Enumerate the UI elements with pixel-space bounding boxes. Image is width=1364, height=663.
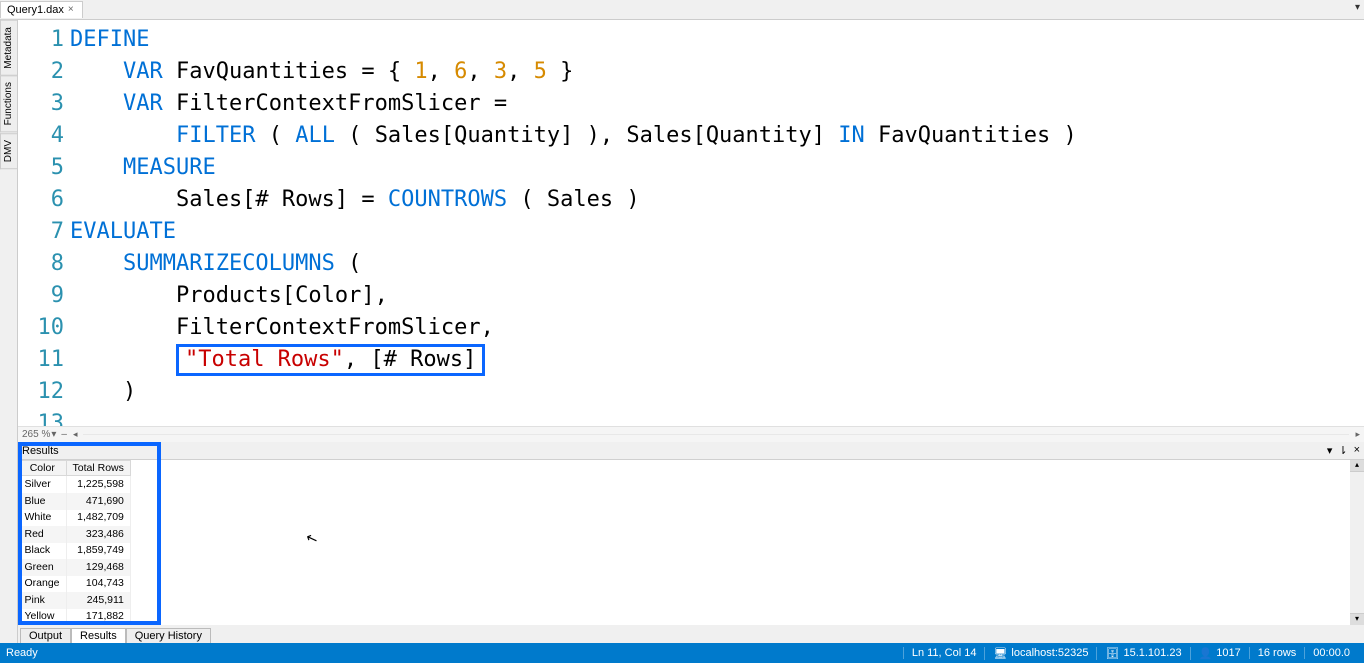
status-position: Ln 11, Col 14 [903, 647, 985, 659]
chevron-down-icon: ▾ [51, 429, 56, 440]
table-row[interactable]: Pink245,911 [19, 592, 131, 609]
scroll-left-icon[interactable]: ◂ [73, 429, 78, 440]
side-tab-metadata[interactable]: Metadata [0, 20, 17, 76]
results-tab-bar: Output Results Query History [18, 625, 1364, 643]
column-header[interactable]: Total Rows [66, 461, 130, 476]
zoom-bar: 265 % ▾ – ◂ ▸ [18, 426, 1364, 442]
table-row[interactable]: Yellow171,882 [19, 609, 131, 626]
status-ready: Ready [6, 647, 903, 659]
zoom-out-icon[interactable]: – [61, 429, 67, 440]
pin-icon[interactable]: ⇂ [1338, 444, 1347, 457]
vertical-scrollbar[interactable]: ▴ ▾ [1350, 460, 1364, 625]
results-panel-header: Results ▾ ⇂ × [18, 442, 1364, 460]
server-icon: 🗄 [1105, 647, 1119, 660]
tab-results[interactable]: Results [71, 628, 126, 643]
status-bar: Ready Ln 11, Col 14 🖥 localhost:52325 🗄 … [0, 643, 1364, 663]
document-tab-bar: Query1.dax × ▾ [0, 0, 1364, 20]
column-header[interactable]: Color [19, 461, 67, 476]
close-icon[interactable]: × [68, 6, 76, 14]
status-time: 00:00.0 [1304, 647, 1358, 659]
tab-output[interactable]: Output [20, 628, 71, 643]
scroll-right-icon[interactable]: ▸ [1355, 429, 1360, 440]
tab-query-history[interactable]: Query History [126, 628, 211, 643]
scroll-down-icon[interactable]: ▾ [1350, 613, 1364, 625]
status-users: 👤 1017 [1190, 647, 1249, 660]
close-panel-icon[interactable]: × [1354, 444, 1360, 457]
results-title: Results [22, 445, 59, 457]
cursor-icon: ↖ [303, 529, 320, 549]
user-icon: 👤 [1199, 647, 1213, 660]
table-row[interactable]: Orange104,743 [19, 576, 131, 593]
table-row[interactable]: Black1,859,749 [19, 543, 131, 560]
results-panel: Results ▾ ⇂ × ColorTotal Rows Silver1,22… [18, 442, 1364, 625]
document-tab[interactable]: Query1.dax × [0, 1, 83, 18]
minimize-icon[interactable]: ▾ [1355, 2, 1360, 13]
code-content[interactable]: DEFINE VAR FavQuantities = { 1, 6, 3, 5 … [70, 20, 1364, 427]
table-row[interactable]: Blue471,690 [19, 493, 131, 510]
side-tab-dmv[interactable]: DMV [0, 133, 17, 169]
status-server: 🖥 localhost:52325 [984, 647, 1096, 660]
status-rows: 16 rows [1249, 647, 1305, 659]
side-tab-bar: Metadata Functions DMV [0, 20, 18, 644]
dropdown-icon[interactable]: ▾ [1327, 444, 1333, 457]
table-row[interactable]: Red323,486 [19, 526, 131, 543]
scroll-up-icon[interactable]: ▴ [1350, 460, 1364, 472]
document-tab-label: Query1.dax [7, 4, 64, 16]
code-editor[interactable]: 12345678910111213 DEFINE VAR FavQuantiti… [18, 20, 1364, 427]
side-tab-functions[interactable]: Functions [0, 75, 17, 132]
table-row[interactable]: Silver1,225,598 [19, 476, 131, 493]
zoom-level[interactable]: 265 % ▾ – [22, 429, 67, 440]
table-row[interactable]: Green129,468 [19, 559, 131, 576]
database-icon: 🖥 [993, 647, 1007, 660]
results-grid[interactable]: ColorTotal Rows Silver1,225,598Blue471,6… [18, 460, 131, 625]
status-ip: 🗄 15.1.101.23 [1096, 647, 1189, 660]
table-row[interactable]: White1,482,709 [19, 510, 131, 527]
line-number-gutter: 12345678910111213 [18, 20, 70, 427]
zoom-value: 265 % [22, 429, 50, 440]
results-empty-area: ↖ ▴ ▾ [131, 460, 1364, 625]
